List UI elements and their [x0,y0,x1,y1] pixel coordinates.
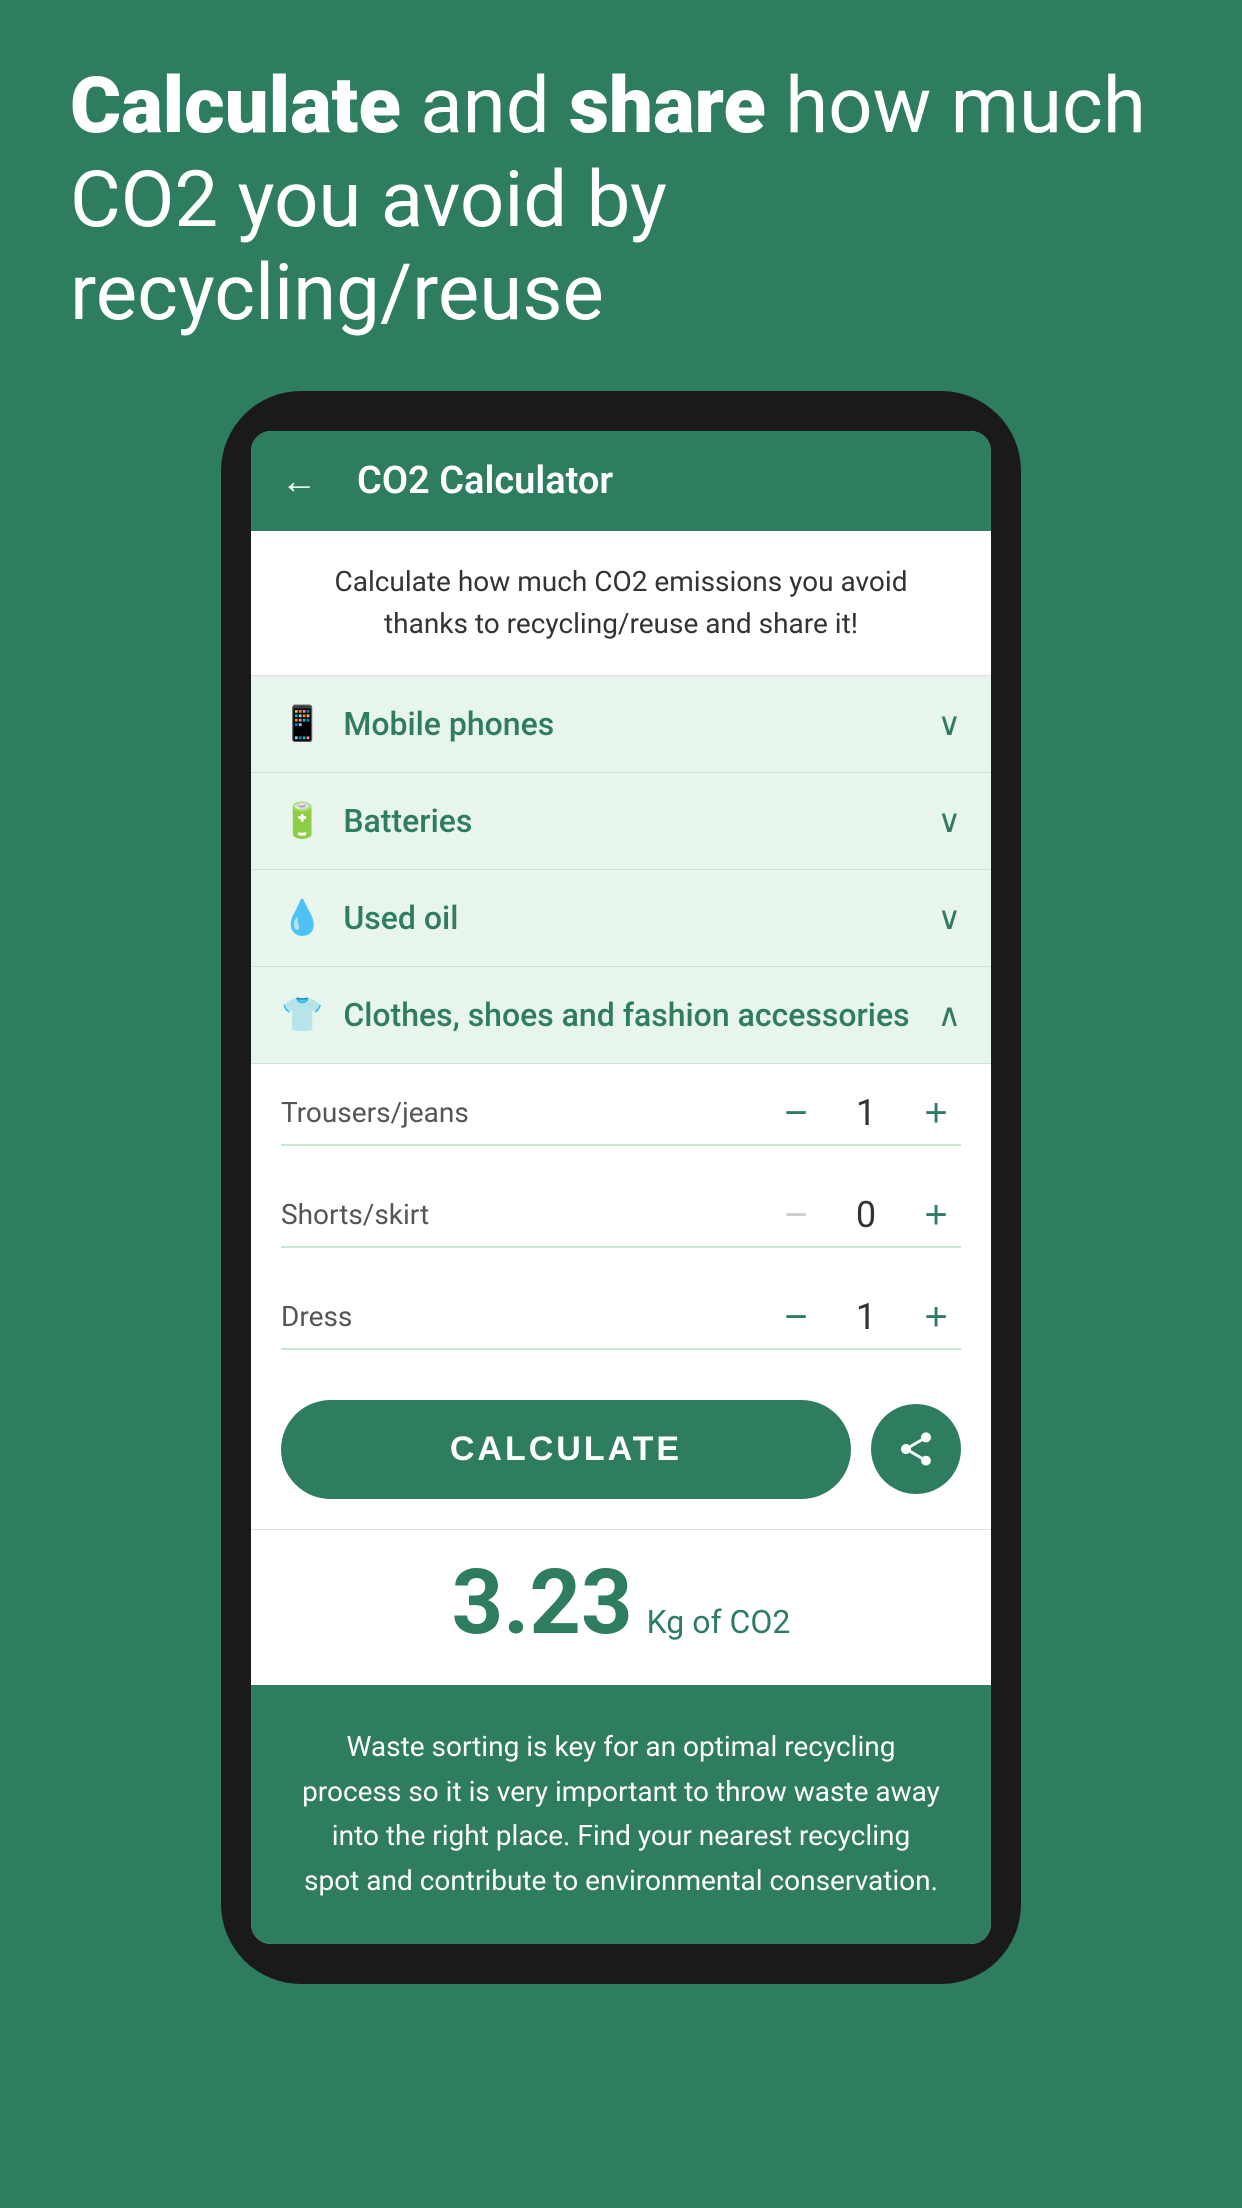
hero-share: share [569,61,766,152]
batteries-label: Batteries [343,802,937,840]
trousers-label: Trousers/jeans [281,1096,771,1129]
shorts-increment[interactable]: + [911,1195,961,1235]
shorts-decrement[interactable]: − [771,1195,821,1235]
share-button[interactable] [871,1404,961,1494]
dress-decrement[interactable]: − [771,1297,821,1337]
app-bar: ← CO2 Calculator [251,431,991,531]
used-oil-icon: 💧 [281,898,323,938]
result-section: 3.23 Kg of CO2 [251,1529,991,1685]
category-clothes[interactable]: 👕 Clothes, shoes and fashion accessories… [251,967,991,1064]
dress-underline [281,1348,961,1350]
batteries-icon: 🔋 [281,801,323,841]
mobile-phones-chevron: ∨ [938,705,961,743]
hero-calculate: Calculate [70,61,401,152]
hero-end: how much [766,61,1146,152]
dress-label: Dress [281,1300,771,1333]
phone-screen: ← CO2 Calculator Calculate how much CO2 … [251,431,991,1944]
trousers-underline [281,1144,961,1146]
clothes-label: Clothes, shoes and fashion accessories [343,996,937,1034]
counter-shorts-row: Shorts/skirt − 0 + [251,1166,991,1236]
dress-value: 1 [841,1296,891,1338]
phone-device: ← CO2 Calculator Calculate how much CO2 … [221,391,1021,1984]
share-icon [896,1429,936,1469]
batteries-chevron: ∨ [938,802,961,840]
shorts-label: Shorts/skirt [281,1198,771,1231]
shorts-value: 0 [841,1194,891,1236]
mobile-phones-icon: 📱 [281,704,323,744]
counter-dress-row: Dress − 1 + [251,1268,991,1338]
shorts-controls: − 0 + [771,1194,961,1236]
used-oil-label: Used oil [343,899,937,937]
counter-trousers-row: Trousers/jeans − 1 + [251,1064,991,1134]
hero-line2: CO2 you avoid by recycling/reuse [70,155,667,340]
clothes-chevron-up: ∧ [938,996,961,1034]
hero-section: Calculate and share how much CO2 you avo… [0,0,1242,391]
dress-increment[interactable]: + [911,1297,961,1337]
mobile-phones-label: Mobile phones [343,705,937,743]
hero-connector: and [401,61,569,152]
calculate-button[interactable]: CALCULATE [281,1400,851,1499]
result-value: 3.23 [452,1550,633,1655]
back-button[interactable]: ← [281,460,317,502]
category-mobile-phones[interactable]: 📱 Mobile phones ∨ [251,676,991,773]
shorts-underline [281,1246,961,1248]
expanded-clothes-section: 👕 Clothes, shoes and fashion accessories… [251,967,991,1370]
category-used-oil[interactable]: 💧 Used oil ∨ [251,870,991,967]
trousers-controls: − 1 + [771,1092,961,1134]
trousers-increment[interactable]: + [911,1093,961,1133]
trousers-decrement[interactable]: − [771,1093,821,1133]
clothes-icon: 👕 [281,995,323,1035]
app-bar-title: CO2 Calculator [357,459,613,503]
result-unit: Kg of CO2 [647,1603,791,1641]
dress-controls: − 1 + [771,1296,961,1338]
description-text: Calculate how much CO2 emissions you avo… [251,531,991,676]
footer-text: Waste sorting is key for an optimal recy… [251,1685,991,1944]
category-batteries[interactable]: 🔋 Batteries ∨ [251,773,991,870]
used-oil-chevron: ∨ [938,899,961,937]
trousers-value: 1 [841,1092,891,1134]
action-row: CALCULATE [251,1370,991,1529]
